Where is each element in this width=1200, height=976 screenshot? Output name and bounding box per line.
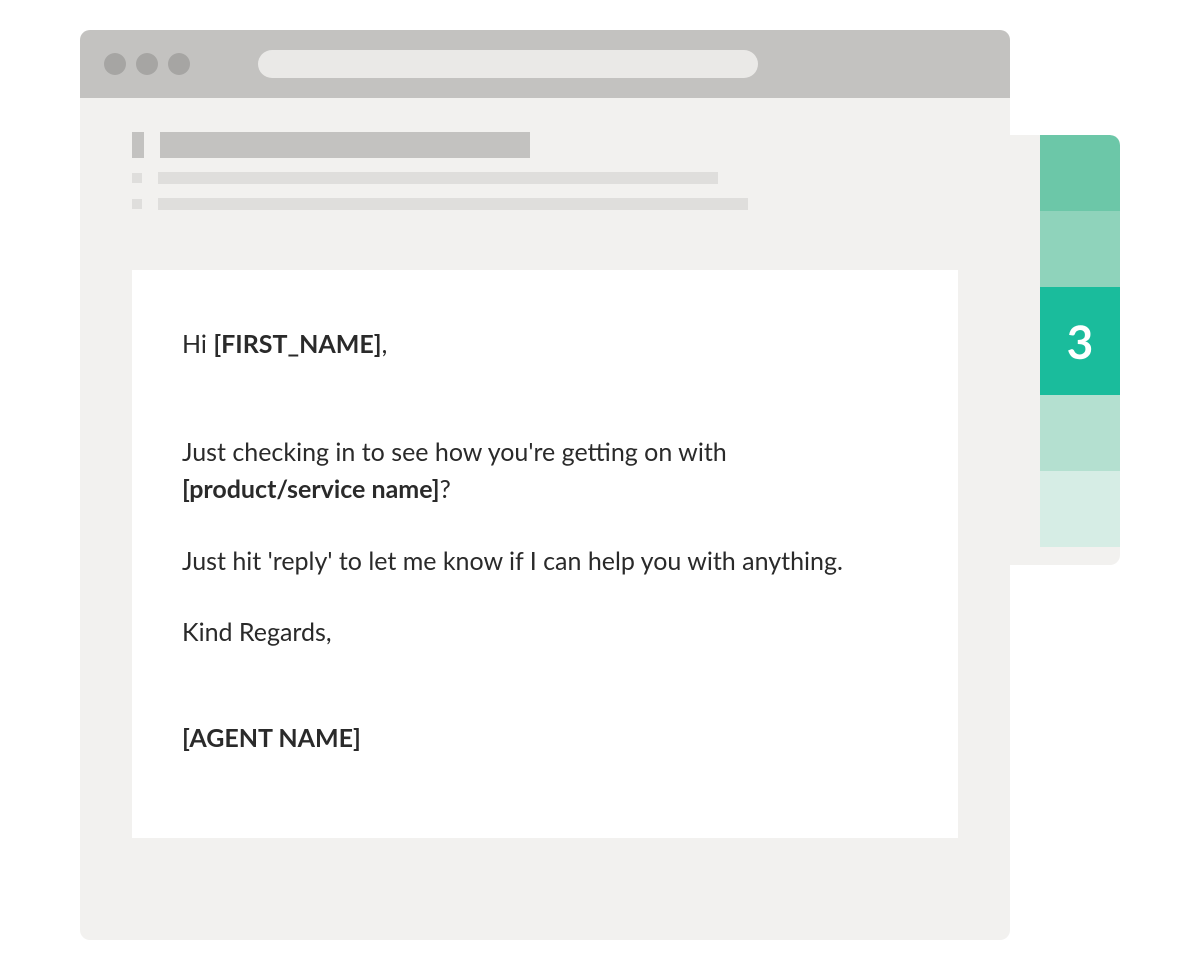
email-body: Hi [FIRST_NAME], Just checking in to see… <box>132 270 958 838</box>
placeholder-bullet <box>132 132 144 158</box>
agent-name-text: [AGENT NAME] <box>182 723 361 753</box>
close-dot-icon[interactable] <box>104 53 126 75</box>
traffic-lights <box>104 53 190 75</box>
email-header-placeholder <box>80 98 1010 210</box>
email-line-2: Just hit 'reply' to let me know if I can… <box>182 543 908 581</box>
greeting-suffix: , <box>382 329 388 359</box>
placeholder-bullet <box>132 199 142 209</box>
maximize-dot-icon[interactable] <box>168 53 190 75</box>
placeholder-text-bar <box>158 172 718 184</box>
email-agent-name: [AGENT NAME] <box>182 720 908 758</box>
tab-5[interactable] <box>1040 471 1120 547</box>
line1-text-a: Just checking in to see how you're getti… <box>182 437 727 467</box>
email-line-1: Just checking in to see how you're getti… <box>182 434 908 509</box>
greeting-prefix: Hi <box>182 329 213 359</box>
placeholder-subject-bar <box>160 132 530 158</box>
placeholder-bullet <box>132 173 142 183</box>
email-greeting: Hi [FIRST_NAME], <box>182 326 908 364</box>
window-titlebar <box>80 30 1010 98</box>
line1-product: [product/service name] <box>182 474 440 504</box>
minimize-dot-icon[interactable] <box>136 53 158 75</box>
email-signoff: Kind Regards, <box>182 614 908 652</box>
tab-3-active[interactable]: 3 <box>1040 287 1120 395</box>
tab-1[interactable] <box>1040 135 1120 211</box>
line1-text-c: ? <box>440 474 451 504</box>
greeting-name: [FIRST_NAME] <box>213 329 381 359</box>
tabs-strip: 3 <box>1040 135 1120 547</box>
address-bar[interactable] <box>258 50 758 78</box>
browser-window: Hi [FIRST_NAME], Just checking in to see… <box>80 30 1010 940</box>
tab-3-label: 3 <box>1067 314 1094 369</box>
placeholder-text-bar <box>158 198 748 210</box>
tab-2[interactable] <box>1040 211 1120 287</box>
tab-4[interactable] <box>1040 395 1120 471</box>
